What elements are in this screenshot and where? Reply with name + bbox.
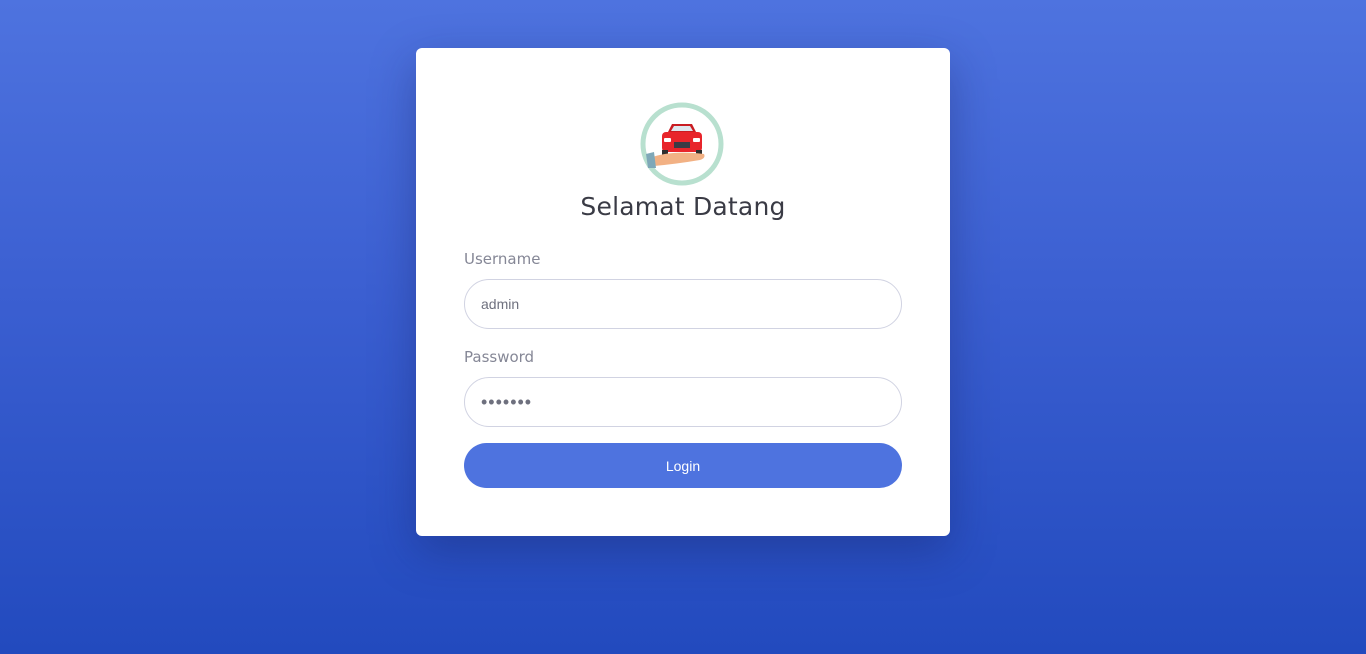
password-input[interactable]: [464, 377, 902, 427]
username-label: Username: [464, 250, 541, 268]
password-label: Password: [464, 348, 535, 366]
welcome-title: Selamat Datang: [580, 192, 786, 221]
login-button[interactable]: Login: [464, 443, 902, 488]
username-input[interactable]: [464, 279, 902, 329]
car-in-hand-logo-icon: [640, 102, 724, 186]
login-card: Selamat Datang Username Password Login: [416, 48, 950, 536]
